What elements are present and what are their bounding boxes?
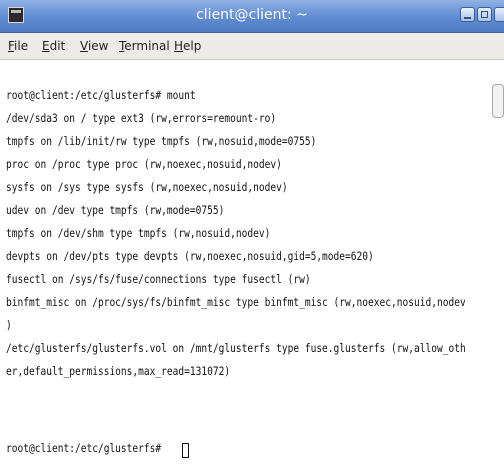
- menu-view[interactable]: View: [80, 33, 108, 59]
- close-button[interactable]: [494, 7, 504, 22]
- terminal-line: proc on /proc type proc (rw,noexec,nosui…: [6, 157, 282, 171]
- menu-edit[interactable]: Edit: [42, 33, 65, 59]
- menu-help[interactable]: Help: [174, 33, 201, 59]
- terminal-line: /dev/sda3 on / type ext3 (rw,errors=remo…: [6, 111, 277, 125]
- terminal-line: fusectl on /sys/fs/fuse/connections type…: [6, 272, 311, 286]
- terminal-line: binfmt_misc on /proc/sys/fs/binfmt_misc …: [6, 295, 466, 309]
- terminal-line: /etc/glusterfs/glusterfs.vol on /mnt/glu…: [6, 341, 466, 355]
- minimize-button[interactable]: [460, 7, 475, 22]
- scrollbar[interactable]: [492, 84, 504, 118]
- menu-bar: File Edit View Terminal Help: [0, 33, 504, 60]
- terminal-line: er,default_permissions,max_read=131072): [6, 364, 231, 378]
- terminal-prompt: root@client:/etc/glusterfs#: [6, 441, 167, 455]
- window-title: client@client: ~: [196, 7, 308, 23]
- maximize-button[interactable]: [477, 7, 492, 22]
- text-cursor: [182, 443, 189, 458]
- terminal-line: devpts on /dev/pts type devpts (rw,noexe…: [6, 249, 374, 263]
- terminal-line: ): [6, 318, 12, 332]
- title-bar[interactable]: client@client: ~: [0, 0, 504, 33]
- menu-file[interactable]: File: [8, 33, 28, 59]
- terminal-line: tmpfs on /dev/shm type tmpfs (rw,nosuid,…: [6, 226, 271, 240]
- terminal-line: udev on /dev type tmpfs (rw,mode=0755): [6, 203, 225, 217]
- menu-terminal[interactable]: Terminal: [119, 33, 170, 59]
- terminal-line: sysfs on /sys type sysfs (rw,noexec,nosu…: [6, 180, 288, 194]
- terminal-window: client@client: ~ File Edit View Terminal…: [0, 0, 504, 464]
- terminal-line: tmpfs on /lib/init/rw type tmpfs (rw,nos…: [6, 134, 317, 148]
- terminal-line: root@client:/etc/glusterfs# mount: [6, 88, 196, 102]
